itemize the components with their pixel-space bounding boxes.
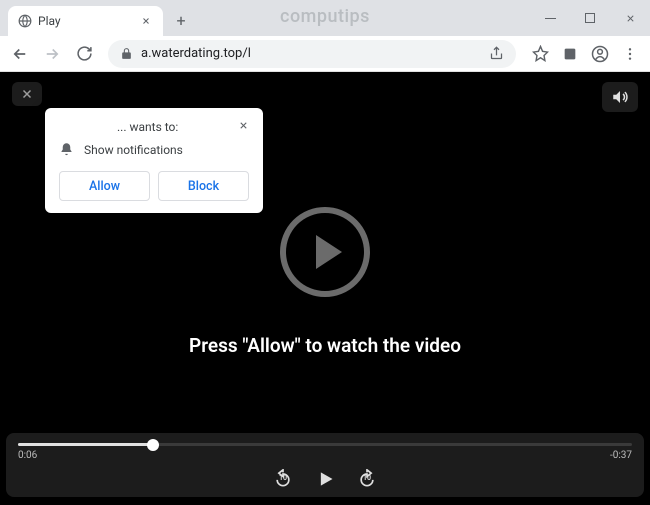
menu-icon[interactable] bbox=[616, 40, 644, 68]
elapsed-time: 0:06 bbox=[18, 450, 44, 461]
instruction-text: Press "Allow" to watch the video bbox=[0, 334, 650, 357]
window-close-button[interactable] bbox=[610, 0, 650, 36]
address-bar[interactable]: a.waterdating.top/l bbox=[108, 40, 516, 68]
page-close-button[interactable] bbox=[12, 82, 42, 106]
bookmark-icon[interactable] bbox=[526, 40, 554, 68]
browser-tab[interactable]: Play bbox=[8, 6, 163, 36]
play-button[interactable] bbox=[315, 469, 335, 489]
back-button[interactable] bbox=[6, 40, 34, 68]
bell-icon bbox=[59, 142, 74, 157]
block-button[interactable]: Block bbox=[158, 171, 249, 201]
allow-button[interactable]: Allow bbox=[59, 171, 150, 201]
profile-icon[interactable] bbox=[586, 40, 614, 68]
permission-close-icon[interactable] bbox=[238, 120, 249, 134]
permission-title: ... wants to: bbox=[117, 120, 178, 134]
tab-close-icon[interactable] bbox=[139, 14, 153, 28]
play-icon bbox=[316, 235, 342, 269]
page-content: Press "Allow" to watch the video 0:06 -0… bbox=[0, 72, 650, 505]
window-controls bbox=[530, 0, 650, 36]
browser-toolbar: a.waterdating.top/l bbox=[0, 36, 650, 72]
progress-fill bbox=[18, 443, 153, 446]
watermark-text: computips bbox=[280, 6, 370, 27]
tab-title: Play bbox=[38, 14, 133, 28]
maximize-button[interactable] bbox=[570, 0, 610, 36]
big-play-button[interactable] bbox=[280, 207, 370, 297]
notification-permission-dialog: ... wants to: Show notifications Allow B… bbox=[45, 108, 263, 213]
forward-button[interactable] bbox=[38, 40, 66, 68]
lock-icon bbox=[120, 47, 133, 60]
remaining-time: -0:37 bbox=[606, 450, 632, 461]
minimize-button[interactable] bbox=[530, 0, 570, 36]
reload-button[interactable] bbox=[70, 40, 98, 68]
globe-icon bbox=[18, 14, 32, 28]
window-titlebar: Play + computips bbox=[0, 0, 650, 36]
share-icon[interactable] bbox=[489, 46, 504, 61]
volume-button[interactable] bbox=[602, 82, 638, 112]
url-text: a.waterdating.top/l bbox=[141, 46, 481, 61]
rewind-button[interactable]: 10 bbox=[273, 469, 293, 489]
player-controls-bar: 0:06 -0:37 10 10 bbox=[6, 433, 644, 497]
permission-text: Show notifications bbox=[84, 143, 183, 157]
new-tab-button[interactable]: + bbox=[167, 6, 195, 34]
progress-slider[interactable] bbox=[18, 443, 632, 446]
extensions-icon[interactable] bbox=[556, 40, 584, 68]
forward-skip-button[interactable]: 10 bbox=[357, 469, 377, 489]
progress-thumb[interactable] bbox=[147, 439, 159, 451]
